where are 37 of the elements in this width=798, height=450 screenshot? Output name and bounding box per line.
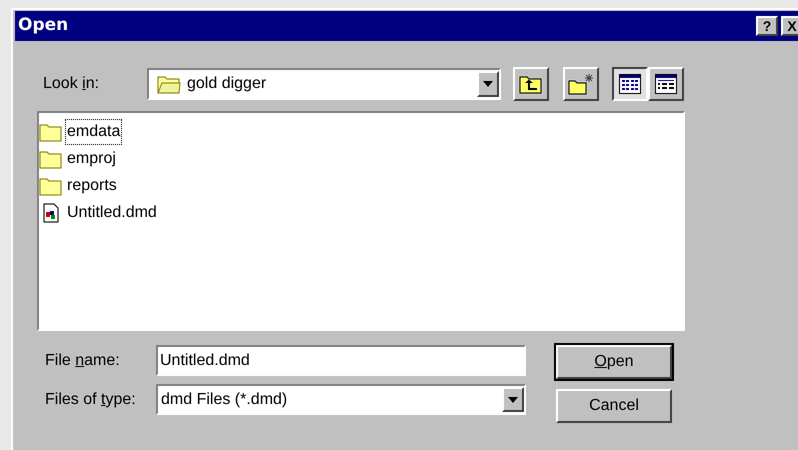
file-name: emdata [66, 120, 122, 144]
file-item[interactable]: Untitled.dmd [39, 199, 683, 226]
view-button[interactable] [612, 67, 648, 101]
document-icon [42, 202, 60, 222]
file-item[interactable]: reports [39, 172, 683, 199]
file-name: Untitled.dmd [66, 202, 158, 222]
file-name: reports [66, 176, 118, 196]
cancel-button[interactable]: Cancel [556, 389, 672, 423]
file-type-label: Files of type: [45, 390, 137, 410]
list-view-icon [619, 74, 641, 94]
dropdown-button[interactable] [477, 71, 499, 97]
dropdown-arrow-icon [483, 81, 493, 87]
file-type-value: dmd Files (*.dmd) [161, 390, 288, 410]
file-name-label: File name: [45, 350, 121, 370]
dropdown-arrow-icon [508, 396, 518, 402]
open-button[interactable]: Open [556, 345, 672, 379]
help-button[interactable]: ? [756, 16, 778, 36]
folder-icon [39, 122, 63, 142]
new-folder-button[interactable] [563, 67, 599, 101]
up-folder-button[interactable] [513, 67, 549, 101]
look-in-label: Look in: [43, 74, 100, 94]
file-name: emproj [66, 148, 117, 168]
details-view-icon [655, 74, 677, 94]
folder-icon [157, 74, 181, 94]
file-name-field[interactable]: Untitled.dmd [156, 345, 526, 376]
file-type-dropdown[interactable]: dmd Files (*.dmd) [156, 384, 526, 415]
file-item[interactable]: emproj [39, 145, 683, 172]
dropdown-button[interactable] [502, 387, 524, 412]
file-item[interactable]: emdata [39, 118, 683, 145]
folder-icon [39, 176, 63, 196]
close-button[interactable]: X [781, 16, 798, 36]
look-in-dropdown[interactable]: gold digger [147, 68, 501, 100]
new-folder-icon [568, 73, 594, 95]
up-folder-icon [519, 74, 543, 94]
window-title: Open [18, 14, 68, 38]
look-in-value: gold digger [187, 74, 268, 94]
folder-icon [39, 148, 63, 168]
